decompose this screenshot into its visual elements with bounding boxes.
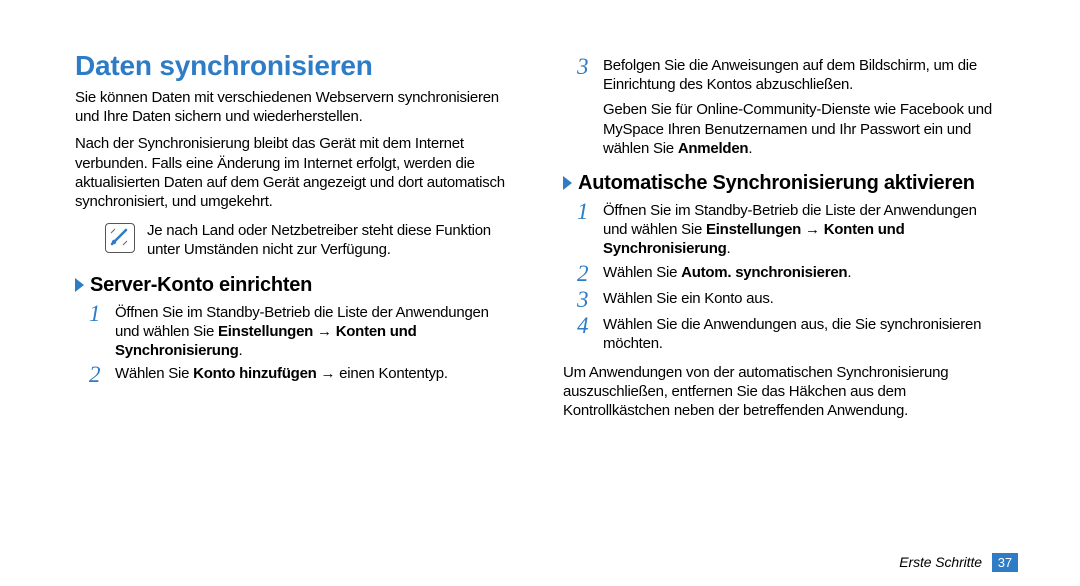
step-fragment: Geben Sie für Online-Community-Dienste w… [603,101,992,156]
column-left: Daten synchronisieren Sie können Daten m… [75,50,535,572]
step-text: Befolgen Sie die Anweisungen auf dem Bil… [603,56,995,158]
step-number: 2 [89,363,113,386]
chevron-icon [75,278,84,292]
chevron-icon [563,176,572,190]
footer-section-name: Erste Schritte [899,554,982,570]
step-number: 3 [577,55,601,78]
intro-paragraph-2: Nach der Synchronisierung bleibt das Ger… [75,134,505,211]
footer: Erste Schritte 37 [899,553,1018,572]
step-2b: 2 Wählen Sie Autom. synchronisieren. [577,263,995,285]
page: Daten synchronisieren Sie können Daten m… [0,0,1080,586]
step-text: Wählen Sie Autom. synchronisieren. [603,263,851,282]
step-number: 2 [577,262,601,285]
step-text: Öffnen Sie im Standby-Betrieb die Liste … [115,303,505,361]
step-4b: 4 Wählen Sie die Anwendungen aus, die Si… [577,315,995,353]
subheading-automatisch: Automatische Synchronisierung aktivieren [563,172,995,195]
step-fragment: . [748,140,752,157]
step-fragment-bold: Konto hinzufügen [193,365,316,382]
step-fragment: Befolgen Sie die Anweisungen auf dem Bil… [603,57,977,93]
intro-paragraph-1: Sie können Daten mit verschiedenen Webse… [75,88,505,126]
step-3: 3 Befolgen Sie die Anweisungen auf dem B… [577,56,995,158]
step-1b: 1 Öffnen Sie im Standby-Betrieb die List… [577,201,995,259]
step-fragment: Wählen Sie [603,264,681,281]
step-fragment-bold: Einstellungen [218,323,313,340]
step-number: 1 [577,200,601,223]
step-2: 2 Wählen Sie Konto hinzufügen → einen Ko… [89,364,505,386]
step-number: 1 [89,302,113,325]
page-title: Daten synchronisieren [75,50,505,82]
note-icon [105,223,135,253]
note-text: Je nach Land oder Netzbetreiber steht di… [147,221,505,259]
step-fragment-bold: Einstellungen [706,221,801,238]
step-text: Wählen Sie die Anwendungen aus, die Sie … [603,315,995,353]
step-fragment: → [313,323,336,340]
step-fragment-bold: Autom. synchronisieren [681,264,847,281]
page-number: 37 [992,553,1018,572]
subheading-text: Server-Konto einrichten [90,274,312,297]
subheading-server-konto: Server-Konto einrichten [75,274,505,297]
subheading-text: Automatische Synchronisierung aktivieren [578,172,975,195]
step-fragment: → [801,221,824,238]
step-text: Öffnen Sie im Standby-Betrieb die Liste … [603,201,995,259]
step-fragment: . [727,240,731,257]
outro-paragraph: Um Anwendungen von der automatischen Syn… [563,363,995,421]
step-number: 4 [577,314,601,337]
note-box: Je nach Land oder Netzbetreiber steht di… [105,221,505,259]
step-number: 3 [577,288,601,311]
step-fragment: Wählen Sie [115,365,193,382]
column-right: 3 Befolgen Sie die Anweisungen auf dem B… [535,50,995,572]
step-text: Wählen Sie ein Konto aus. [603,289,774,308]
step-1: 1 Öffnen Sie im Standby-Betrieb die List… [89,303,505,361]
step-text: Wählen Sie Konto hinzufügen → einen Kont… [115,364,448,383]
step-fragment-bold: Anmelden [678,140,749,157]
step-3b: 3 Wählen Sie ein Konto aus. [577,289,995,311]
step-fragment: → einen Kontentyp. [317,365,448,382]
step-fragment: . [847,264,851,281]
step-fragment: . [239,342,243,359]
